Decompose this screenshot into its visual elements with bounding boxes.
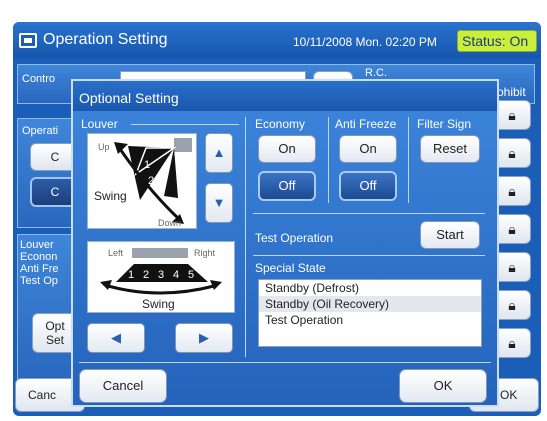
lock-icon: 🔒︎ [508, 145, 516, 161]
triangle-left-icon: ◀ [111, 330, 121, 345]
test-operation-divider [253, 213, 485, 214]
horizontal-swing-arc [107, 284, 215, 295]
horizontal-swing-arrow-right [210, 280, 222, 290]
louver-divider [131, 124, 239, 125]
operation-label: Operati [22, 125, 59, 137]
horizontal-left-label: Left [108, 248, 124, 258]
lock-icon: 🔒︎ [508, 259, 516, 275]
status-badge: Status: On [457, 30, 537, 52]
vertical-louver-diagram: Up Down Swing 1 2 3 4 [94, 138, 192, 228]
horizontal-louver-diagram: Left Right Swing 1 2 3 4 5 [100, 248, 222, 311]
triangle-right-icon: ▶ [199, 330, 209, 345]
horizontal-position-1: 1 [128, 269, 134, 281]
anti-freeze-off-button[interactable]: Off [339, 171, 397, 201]
anti-freeze-label: Anti Freeze [335, 117, 397, 131]
special-state-list: Standby (Defrost) Standby (Oil Recovery)… [258, 279, 482, 347]
optional-setting-dialog: Optional Setting Louver Up Down Swing 1 … [71, 79, 499, 407]
lock-icon: 🔒︎ [508, 107, 516, 123]
filter-sign-reset-button[interactable]: Reset [420, 135, 480, 163]
title-bar: Operation Setting 10/11/2008 Mon. 02:20 … [13, 22, 541, 58]
triangle-up-icon: ▲ [212, 145, 226, 160]
vertical-down-label: Down [158, 218, 181, 228]
horizontal-louver-display: Left Right Swing 1 2 3 4 5 [87, 241, 235, 313]
vertical-up-label: Up [98, 142, 110, 152]
horizontal-position-5: 5 [188, 269, 194, 281]
special-state-item: Standby (Oil Recovery) [259, 296, 481, 312]
louver-up-button[interactable]: ▲ [205, 133, 233, 173]
horizontal-right-label: Right [194, 248, 216, 258]
economy-divider [328, 117, 329, 203]
vertical-position-1: 1 [144, 159, 150, 171]
horizontal-swing-arrow-left [100, 280, 112, 290]
lock-icon: 🔒︎ [508, 335, 516, 351]
test-operation-label: Test Operation [255, 231, 334, 245]
lock-icon: 🔒︎ [508, 297, 516, 313]
economy-label: Economy [255, 117, 306, 131]
louver-right-button[interactable]: ▶ [175, 323, 233, 353]
horizontal-position-3: 3 [158, 269, 164, 281]
horizontal-louver-unit [132, 248, 188, 258]
rc-label: R.C. [365, 67, 387, 79]
anti-freeze-divider [408, 117, 409, 203]
section-divider [245, 117, 246, 357]
special-state-item: Standby (Defrost) [265, 281, 360, 295]
special-state-item: Test Operation [265, 313, 344, 327]
horizontal-swing-label: Swing [142, 297, 175, 311]
louver-label: Louver [81, 117, 118, 131]
horizontal-position-4: 4 [173, 269, 179, 281]
lock-icon: 🔒︎ [508, 183, 516, 199]
vertical-louver-display: Up Down Swing 1 2 3 4 [87, 133, 197, 229]
horizontal-position-2: 2 [143, 269, 149, 281]
vertical-swing-label: Swing [94, 189, 127, 203]
triangle-down-icon: ▼ [212, 195, 226, 210]
louver-line: Louver [20, 239, 54, 251]
filter-sign-label: Filter Sign [417, 117, 472, 131]
operation-panel: Operati C C [17, 118, 80, 228]
test-operation-line: Test Op [20, 275, 58, 287]
special-state-label: Special State [255, 261, 326, 275]
settings-panel: Louver Econon Anti Fre Test Op Opt Set [17, 234, 78, 384]
window-title: Operation Setting [43, 31, 168, 48]
vertical-louver-unit [174, 138, 192, 152]
date-time: 10/11/2008 Mon. 02:20 PM [293, 35, 437, 49]
screen-icon [19, 33, 37, 48]
lock-icon: 🔒︎ [508, 221, 516, 237]
anti-freeze-on-button[interactable]: On [339, 135, 397, 163]
vertical-position-2: 2 [148, 175, 154, 187]
footer-divider [79, 362, 491, 363]
test-operation-start-button[interactable]: Start [420, 221, 480, 249]
economy-off-button[interactable]: Off [258, 171, 316, 201]
vertical-position-4: 4 [170, 197, 176, 209]
economy-line: Econon [20, 251, 58, 263]
cancel-button[interactable]: Cancel [79, 369, 167, 403]
economy-on-button[interactable]: On [258, 135, 316, 163]
special-state-divider [253, 255, 485, 256]
anti-freeze-line: Anti Fre [20, 263, 59, 275]
vertical-position-3: 3 [158, 187, 164, 199]
louver-down-button[interactable]: ▼ [205, 183, 233, 223]
ok-button[interactable]: OK [399, 369, 487, 403]
controller-label: Contro [22, 73, 56, 85]
louver-left-button[interactable]: ◀ [87, 323, 145, 353]
dialog-title: Optional Setting [73, 81, 497, 111]
